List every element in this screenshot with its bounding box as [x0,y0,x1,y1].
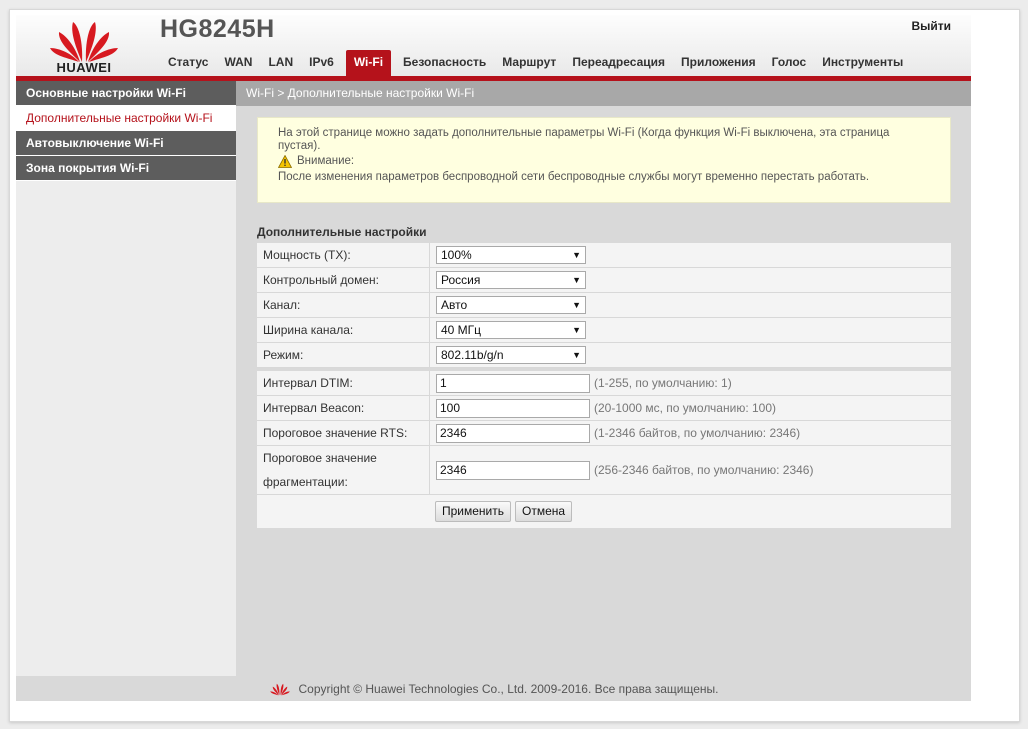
breadcrumb-text: Wi-Fi > Дополнительные настройки Wi-Fi [246,86,475,100]
breadcrumb: Wi-Fi > Дополнительные настройки Wi-Fi [236,81,971,106]
sidebar-item-wifi-coverage[interactable]: Зона покрытия Wi-Fi [16,156,236,181]
dropdown-arrow-icon: ▼ [572,250,581,260]
dropdown-arrow-icon: ▼ [572,325,581,335]
nav-tab-applications[interactable]: Приложения [673,50,764,76]
beacon-hint: (20-1000 мс, по умолчанию: 100) [594,401,776,415]
sidebar-item-basic-wifi[interactable]: Основные настройки Wi-Fi [16,81,236,106]
warning-text: После изменения параметров беспроводной … [278,171,870,183]
sidebar-item-advanced-wifi[interactable]: Дополнительные настройки Wi-Fi [16,106,236,131]
cancel-button[interactable]: Отмена [515,501,573,522]
form-row-rts: Пороговое значение RTS: 2346 (1-2346 байт… [257,421,951,446]
form-actions: Применить Отмена [257,495,951,528]
beacon-label: Интервал Beacon: [257,396,430,420]
nav-tab-status[interactable]: Статус [160,50,216,76]
logout-link[interactable]: Выйти [911,19,951,33]
sidebar-item-wifi-autooff[interactable]: Автовыключение Wi-Fi [16,131,236,156]
info-text-line1: На этой странице можно задать дополнител… [278,127,890,139]
channel-select-value: Авто [441,298,468,312]
info-text-line2: пустая). [278,140,321,152]
nav-tab-wifi[interactable]: Wi-Fi [345,50,392,76]
rts-input[interactable]: 2346 [436,423,590,443]
info-box: На этой странице можно задать дополнител… [257,117,951,203]
huawei-petals-icon [50,22,118,62]
form-row-mode: Режим: 802.11b/g/n ▼ [257,343,951,368]
nav-tab-voice[interactable]: Голос [764,50,815,76]
form-row-fragmentation: Пороговое значение фрагментации: 2346 (25… [257,446,951,495]
dtim-hint: (1-255, по умолчанию: 1) [594,376,732,390]
nav-tab-tools[interactable]: Инструменты [814,50,911,76]
form-row-width: Ширина канала: 40 МГц ▼ [257,318,951,343]
power-select[interactable]: 100% ▼ [436,246,586,264]
dropdown-arrow-icon: ▼ [572,275,581,285]
form-row-beacon: Интервал Beacon: 100 (20-1000 мс, по умол… [257,396,951,421]
nav-tab-forwarding[interactable]: Переадресация [564,50,673,76]
nav-tab-wan[interactable]: WAN [216,50,260,76]
nav-tab-lan[interactable]: LAN [260,50,301,76]
rts-hint: (1-2346 байтов, по умолчанию: 2346) [594,426,801,440]
apply-button[interactable]: Применить [435,501,512,522]
form-row-channel: Канал: Авто ▼ [257,293,951,318]
fragmentation-label-line1: Пороговое значение [263,451,377,465]
nav-tab-ipv6[interactable]: IPv6 [301,50,342,76]
device-model: HG8245H [160,15,275,43]
fragmentation-label: Пороговое значение фрагментации: [257,446,430,494]
header: HUAWEI HG8245H Выйти Статус WAN LAN IPv6… [16,15,971,81]
section-title: Дополнительные настройки [257,225,427,239]
dtim-input[interactable]: 1 [436,373,590,393]
domain-select-value: Россия [441,273,481,287]
copyright-text: Copyright © Huawei Technologies Co., Ltd… [298,681,719,696]
power-label: Мощность (TX): [257,243,430,267]
domain-label: Контрольный домен: [257,268,430,292]
channel-width-select[interactable]: 40 МГц ▼ [436,321,586,339]
nav-tab-route[interactable]: Маршрут [494,50,564,76]
huawei-logo: HUAWEI [34,18,134,76]
channel-select[interactable]: Авто ▼ [436,296,586,314]
warning-header: Внимание: [278,155,930,168]
channel-width-label: Ширина канала: [257,318,430,342]
advanced-settings-form: Мощность (TX): 100% ▼ Контрольный домен: … [257,243,951,528]
form-row-power: Мощность (TX): 100% ▼ [257,243,951,268]
mode-select[interactable]: 802.11b/g/n ▼ [436,346,586,364]
warning-triangle-icon [278,155,292,168]
dropdown-arrow-icon: ▼ [572,350,581,360]
fragmentation-label-line2: фрагментации: [263,475,348,489]
mode-select-value: 802.11b/g/n [441,348,504,362]
router-admin-page: HUAWEI HG8245H Выйти Статус WAN LAN IPv6… [16,15,971,701]
nav-tab-security[interactable]: Безопасность [395,50,494,76]
beacon-input[interactable]: 100 [436,398,590,418]
top-nav: Статус WAN LAN IPv6 Wi-Fi Безопасность М… [160,50,911,76]
power-select-value: 100% [441,248,472,262]
huawei-small-logo-icon [269,683,290,695]
dtim-label: Интервал DTIM: [257,371,430,395]
footer: Copyright © Huawei Technologies Co., Ltd… [16,676,971,701]
domain-select[interactable]: Россия ▼ [436,271,586,289]
channel-width-select-value: 40 МГц [441,323,482,337]
form-row-domain: Контрольный домен: Россия ▼ [257,268,951,293]
brand-name: HUAWEI [56,60,112,75]
fragmentation-hint: (256-2346 байтов, по умолчанию: 2346) [594,463,814,477]
fragmentation-input[interactable]: 2346 [436,460,590,480]
main-content: Wi-Fi > Дополнительные настройки Wi-Fi Н… [236,81,971,676]
form-row-dtim: Интервал DTIM: 1 (1-255, по умолчанию: 1) [257,371,951,396]
channel-label: Канал: [257,293,430,317]
rts-label: Пороговое значение RTS: [257,421,430,445]
dropdown-arrow-icon: ▼ [572,300,581,310]
warning-label: Внимание: [297,155,355,167]
sidebar: Основные настройки Wi-Fi Дополнительные … [16,81,236,676]
mode-label: Режим: [257,343,430,367]
